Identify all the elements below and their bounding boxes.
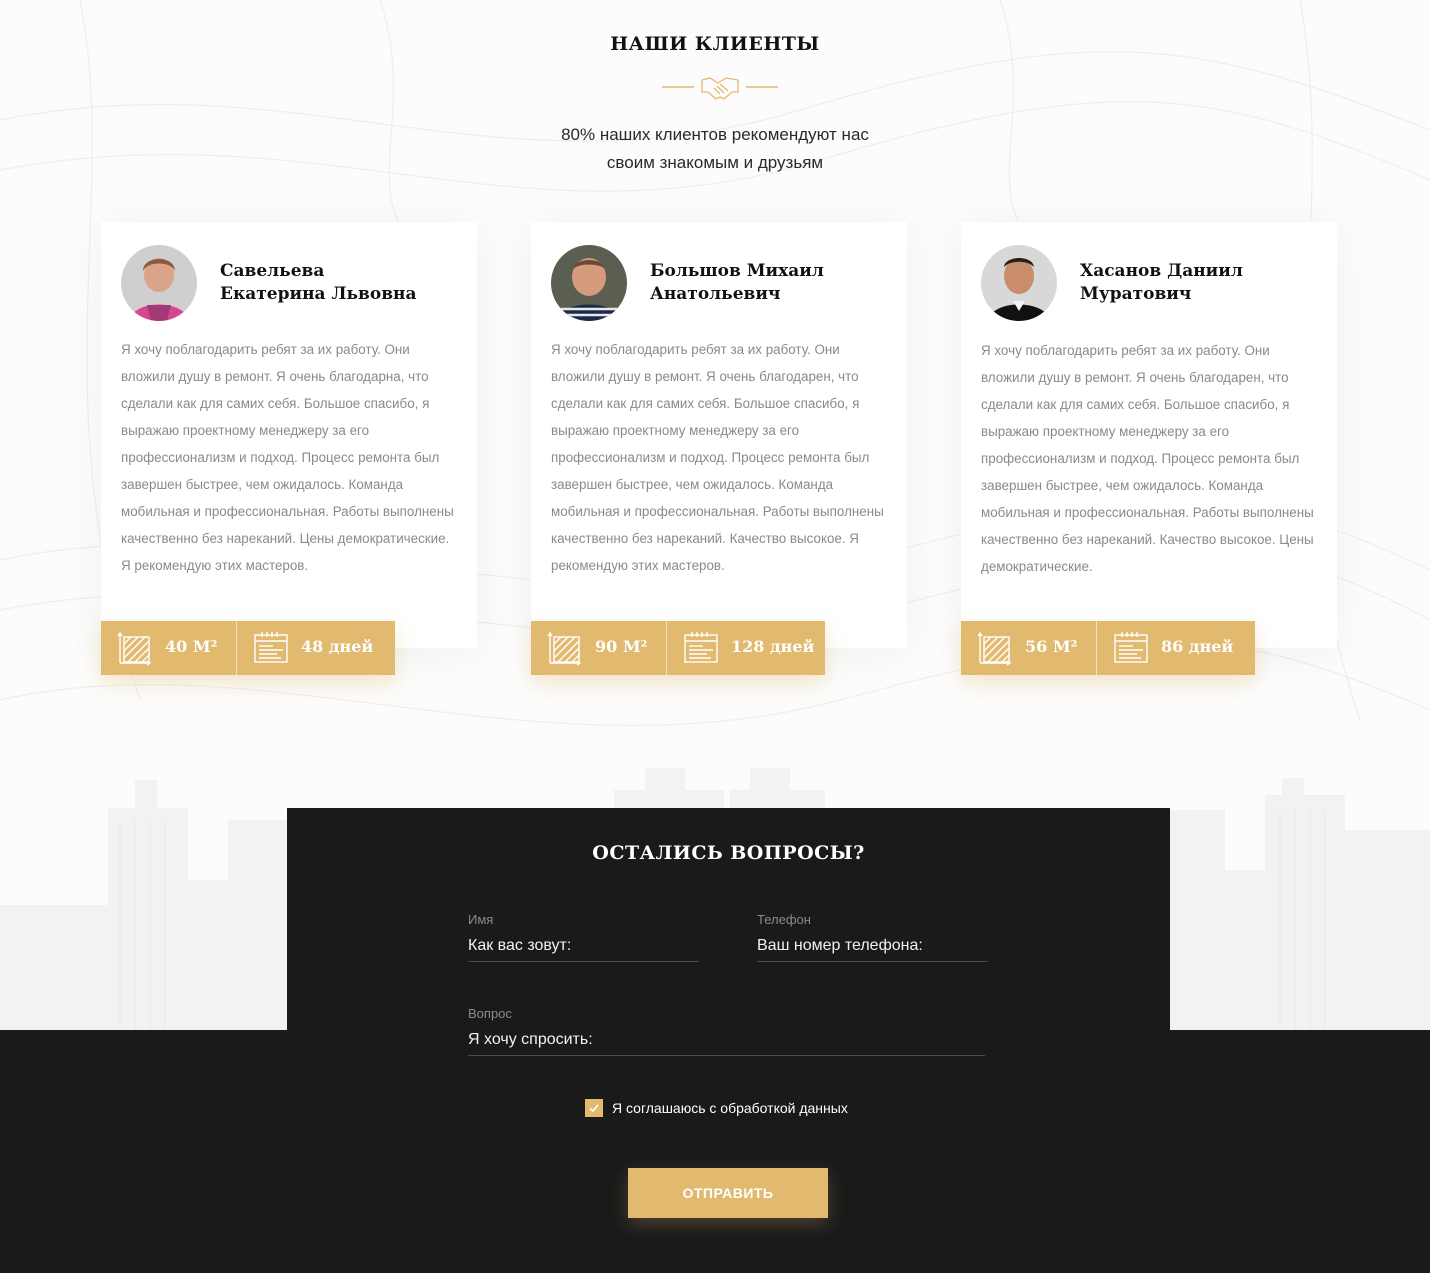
avatar bbox=[551, 245, 627, 321]
reviewer-name-line-2: Муратович bbox=[1080, 284, 1192, 304]
review-text: Я хочу поблагодарить ребят за их работу.… bbox=[981, 343, 1314, 574]
review-card: Большов Михаил Анатольевич Я хочу поблаг… bbox=[531, 222, 907, 648]
question-input[interactable] bbox=[468, 1024, 985, 1056]
checkmark-icon bbox=[589, 1104, 599, 1113]
avatar bbox=[121, 245, 197, 321]
reviewer-name: Савельева Екатерина Львовна bbox=[220, 260, 460, 306]
reviewer-name: Большов Михаил Анатольевич bbox=[650, 260, 890, 306]
reviewer-name-line-2: Анатольевич bbox=[650, 284, 781, 304]
review-text: Я хочу поблагодарить ребят за их работу.… bbox=[121, 342, 454, 573]
area-value: 40 М² bbox=[165, 637, 218, 656]
duration-stat: 86 дней bbox=[1096, 621, 1255, 675]
phone-field: Телефон bbox=[757, 912, 988, 962]
project-stats: 56 М² 86 дней bbox=[961, 621, 1255, 675]
section-title: НАШИ КЛИЕНТЫ bbox=[610, 33, 820, 55]
name-field: Имя bbox=[468, 912, 699, 962]
area-stat: 90 М² bbox=[531, 621, 666, 675]
area-icon bbox=[977, 631, 1012, 666]
area-icon bbox=[547, 631, 582, 666]
handshake-icon bbox=[662, 77, 778, 100]
project-stats: 40 М² 48 дней bbox=[101, 621, 395, 675]
review-card: Хасанов Даниил Муратович Я хочу поблагод… bbox=[961, 222, 1337, 648]
review-card: Савельева Екатерина Львовна Я хочу побла… bbox=[101, 222, 477, 648]
reviewer-name-line-1: Хасанов Даниил bbox=[1080, 261, 1243, 281]
phone-input[interactable] bbox=[757, 930, 988, 962]
area-value: 90 М² bbox=[595, 637, 648, 656]
duration-value: 128 дней bbox=[731, 637, 815, 656]
review-text: Я хочу поблагодарить ребят за их работу.… bbox=[551, 342, 884, 573]
reviewer-name-line-1: Большов Михаил bbox=[650, 261, 824, 281]
duration-value: 86 дней bbox=[1161, 637, 1234, 656]
calendar-icon bbox=[1114, 632, 1148, 663]
calendar-icon bbox=[684, 632, 718, 663]
area-value: 56 М² bbox=[1025, 637, 1078, 656]
area-stat: 40 М² bbox=[101, 621, 236, 675]
name-label: Имя bbox=[468, 912, 494, 927]
question-label: Вопрос bbox=[468, 1006, 512, 1021]
avatar bbox=[981, 245, 1057, 321]
form-title: ОСТАЛИСЬ ВОПРОСЫ? bbox=[592, 842, 865, 864]
duration-stat: 48 дней bbox=[236, 621, 395, 675]
duration-stat: 128 дней bbox=[666, 621, 825, 675]
question-field: Вопрос bbox=[468, 1006, 985, 1056]
phone-label: Телефон bbox=[757, 912, 811, 927]
reviewer-name-line-2: Екатерина Львовна bbox=[220, 284, 417, 304]
section-subtitle: 80% наших клиентов рекомендуют нас своим… bbox=[515, 121, 915, 177]
subtitle-line-1: 80% наших клиентов рекомендуют нас bbox=[561, 125, 869, 144]
subtitle-line-2: своим знакомым и друзьям bbox=[606, 153, 824, 172]
calendar-icon bbox=[254, 632, 288, 663]
reviewer-name-line-1: Савельева bbox=[220, 261, 325, 281]
submit-button[interactable]: ОТПРАВИТЬ bbox=[628, 1168, 828, 1218]
reviewer-name: Хасанов Даниил Муратович bbox=[1080, 260, 1320, 306]
duration-value: 48 дней bbox=[301, 637, 374, 656]
consent-row: Я соглашаюсь с обработкой данных bbox=[585, 1099, 848, 1117]
project-stats: 90 М² 128 дней bbox=[531, 621, 825, 675]
area-stat: 56 М² bbox=[961, 621, 1096, 675]
contact-form: ОСТАЛИСЬ ВОПРОСЫ? Имя Телефон Вопрос Я с… bbox=[287, 808, 1170, 1253]
consent-label: Я соглашаюсь с обработкой данных bbox=[612, 1100, 848, 1116]
consent-checkbox[interactable] bbox=[585, 1099, 603, 1117]
name-input[interactable] bbox=[468, 930, 699, 962]
area-icon bbox=[117, 631, 152, 666]
